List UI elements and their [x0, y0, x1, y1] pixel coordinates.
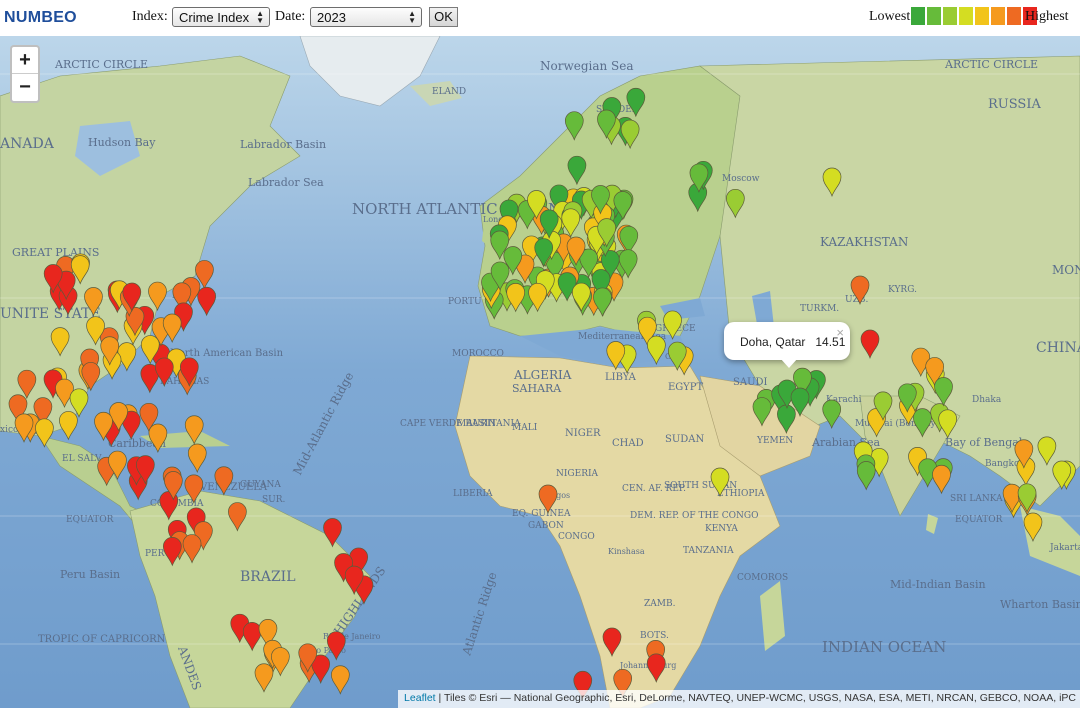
map-label-sri-lanka: SRI LANKA: [950, 494, 1003, 504]
map-label-canada: ANADA: [0, 136, 55, 152]
map-label-hudson-bay: Hudson Bay: [88, 136, 156, 149]
legend-swatch: [911, 7, 925, 25]
map-label-portugal: PORTU: [448, 297, 482, 307]
map-label-tropic-capricorn: TROPIC OF CAPRICORN: [38, 634, 166, 645]
map-label-north-american-basin: North American Basin: [170, 348, 284, 359]
map-label-car: CEN. AF. REP.: [622, 484, 686, 494]
map-label-tanzania: TANZANIA: [683, 546, 734, 556]
legend-swatch: [1007, 7, 1021, 25]
map-label-mongolia: MONGO: [1052, 263, 1080, 277]
map-label-nigeria: NIGERIA: [556, 469, 599, 479]
map-label-drc: DEM. REP. OF THE CONGO: [630, 511, 759, 521]
map-label-labrador-sea: Labrador Sea: [248, 176, 324, 189]
select-arrows-icon: ▲ ▼: [256, 9, 264, 25]
city-popup: Doha, Qatar 14.51 ×: [724, 322, 850, 368]
map-label-algeria: ALGERIA: [513, 368, 572, 382]
map-label-russia: RUSSIA: [988, 97, 1041, 112]
zoom-control: + −: [10, 45, 40, 103]
map-label-libya: LIBYA: [605, 372, 637, 383]
map-label-arctic-circle-e: ARCTIC CIRCLE: [944, 58, 1038, 71]
map-label-china: CHINA: [1036, 340, 1080, 356]
map-label-saudi: SAUDI: [733, 377, 768, 388]
popup-city: Doha, Qatar: [740, 335, 806, 349]
zoom-out-button[interactable]: −: [12, 74, 38, 100]
tiles-attribution: | Tiles © Esri — National Geographic, Es…: [435, 692, 1076, 704]
map-label-zambia: ZAMB.: [644, 599, 676, 609]
map-label-peru-basin: Peru Basin: [60, 568, 120, 581]
ok-button[interactable]: OK: [429, 7, 458, 27]
map-label-liberia: LIBERIA: [453, 489, 493, 499]
map-label-morocco: MOROCCO: [452, 349, 504, 359]
map-label-sahara: SAHARA: [512, 382, 562, 395]
attribution-bar: Leaflet | Tiles © Esri — National Geogra…: [398, 690, 1080, 708]
map-tiles: ARCTIC CIRCLE ARCTIC CIRCLE Norwegian Sea R…: [0, 36, 1080, 708]
map-label-jakarta: Jakarta: [1049, 543, 1080, 553]
map-label-dhaka: Dhaka: [972, 395, 1002, 405]
select-arrows-icon: ▲ ▼: [408, 9, 416, 25]
legend-lowest-label: Lowest: [869, 9, 911, 24]
map-label-yemen: YEMEN: [756, 436, 793, 446]
zoom-in-button[interactable]: +: [12, 47, 38, 74]
date-select[interactable]: 2023 ▲ ▼: [310, 7, 422, 27]
index-select-value: Crime Index: [179, 10, 250, 25]
leaflet-link[interactable]: Leaflet: [404, 692, 436, 704]
map-label-gabon: GABON: [528, 521, 564, 531]
date-label: Date:: [275, 9, 306, 24]
map-label-mali: MALI: [512, 423, 538, 433]
map-label-mid-indian-basin: Mid-Indian Basin: [890, 578, 986, 591]
legend-swatch: [975, 7, 989, 25]
map-label-suriname: SUR.: [262, 495, 286, 505]
map-label-labrador-basin: Labrador Basin: [240, 138, 326, 151]
map-label-bay-of-bengal: Bay of Bengal: [945, 436, 1023, 449]
map-label-united-states: UNITE STATE: [0, 306, 101, 322]
map-label-el-salvador: EL SALV.: [62, 454, 103, 464]
map-label-congo: CONGO: [558, 532, 595, 542]
map-label-chad: CHAD: [612, 438, 644, 449]
map-label-norwegian-sea: Norwegian Sea: [540, 59, 634, 73]
map-label-kyrg: KYRG.: [888, 285, 917, 295]
map-label-equator-e: EQUATOR: [955, 515, 1003, 525]
map-label-ethiopia: ETHIOPIA: [717, 489, 765, 499]
map-label-iceland: ELAND: [432, 87, 466, 97]
numbeo-logo[interactable]: NUMBEO: [4, 9, 77, 27]
legend-swatch: [959, 7, 973, 25]
legend-swatch: [991, 7, 1005, 25]
map-label-kinshasa: Kinshasa: [608, 547, 645, 556]
map-label-wharton-basin: Wharton Basin: [1000, 598, 1080, 611]
map-label-brazil: BRAZIL: [240, 569, 296, 585]
map-label-cape-verde: CAPE VERDE BASIN: [400, 419, 496, 429]
world-map[interactable]: ARCTIC CIRCLE ARCTIC CIRCLE Norwegian Sea R…: [0, 36, 1080, 708]
map-label-kazakhstan: KAZAKHSTAN: [820, 235, 908, 249]
map-label-equator-w: EQUATOR: [66, 515, 114, 525]
map-label-sudan: SUDAN: [665, 434, 705, 445]
index-select[interactable]: Crime Index ▲ ▼: [172, 7, 270, 27]
map-label-comoros: COMOROS: [737, 573, 788, 583]
popup-tip: [780, 358, 798, 368]
top-toolbar: NUMBEO Index: Crime Index ▲ ▼ Date: 2023 …: [0, 0, 1080, 36]
index-label: Index:: [132, 9, 168, 24]
map-label-botswana: BOTS.: [640, 631, 669, 641]
legend-highest-label: Highest: [1025, 9, 1069, 24]
popup-close-button[interactable]: ×: [836, 325, 844, 340]
legend-swatch: [943, 7, 957, 25]
legend-color-scale: [911, 7, 1039, 25]
map-label-arctic-circle-w: ARCTIC CIRCLE: [54, 58, 148, 71]
map-label-turkm: TURKM.: [800, 304, 839, 314]
map-label-kenya: KENYA: [705, 524, 738, 534]
legend-swatch: [927, 7, 941, 25]
popup-text: Doha, Qatar 14.51: [740, 335, 845, 349]
map-label-eq-guinea: EQ. GUINEA: [512, 509, 571, 519]
date-select-value: 2023: [317, 10, 346, 25]
map-label-niger: NIGER: [565, 428, 601, 439]
map-label-egypt: EGYPT: [668, 382, 703, 393]
map-label-guyana: GUYANA: [240, 480, 281, 490]
map-label-indian-ocean: INDIAN OCEAN: [822, 638, 946, 656]
map-label-moscow: Moscow: [722, 174, 760, 184]
